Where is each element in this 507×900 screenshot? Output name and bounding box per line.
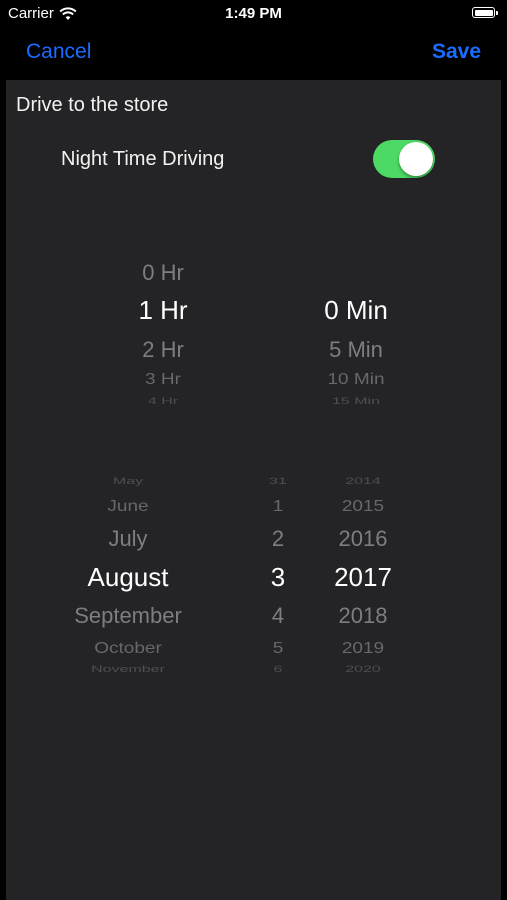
trip-title: Drive to the store [16, 94, 169, 116]
month-option: July [108, 526, 148, 551]
day-option: 31 [269, 477, 287, 487]
date-picker[interactable]: May June July August September October N… [6, 460, 501, 690]
day-option: 1 [272, 497, 284, 516]
nav-bar: Cancel Save [0, 28, 507, 78]
minutes-option: 15 Min [331, 397, 381, 407]
day-option: 6 [273, 665, 283, 675]
minutes-option: 5 Min [329, 337, 383, 362]
save-button[interactable]: Save [432, 40, 481, 64]
day-option: 2 [271, 526, 285, 551]
minutes-option: 10 Min [327, 370, 385, 389]
month-option: September [74, 603, 182, 628]
day-option-selected: 3 [270, 562, 286, 592]
year-option: 2015 [341, 497, 385, 516]
hours-option: 4 Hr [147, 397, 179, 407]
year-option: 2020 [345, 665, 381, 675]
night-driving-toggle[interactable] [373, 140, 435, 178]
battery-icon [472, 7, 498, 18]
hours-option-selected: 1 Hr [138, 295, 188, 325]
duration-picker[interactable]: 0 Hr 1 Hr 2 Hr 3 Hr 4 Hr 0 Min 5 Min 10 … [6, 245, 501, 415]
cancel-button[interactable]: Cancel [26, 40, 91, 64]
night-driving-label: Night Time Driving [61, 148, 225, 170]
day-option: 5 [272, 639, 284, 658]
month-option: May [112, 477, 144, 487]
month-option: November [91, 665, 165, 675]
hours-option: 3 Hr [145, 370, 181, 389]
status-time: 1:49 PM [225, 5, 282, 22]
day-option: 4 [271, 603, 285, 628]
month-option: October [94, 639, 162, 658]
year-option: 2019 [341, 639, 385, 658]
year-option-selected: 2017 [334, 562, 392, 592]
year-option: 2014 [345, 477, 381, 487]
month-option: June [107, 497, 149, 516]
hours-option: 0 Hr [142, 260, 184, 285]
year-option: 2018 [338, 603, 388, 628]
minutes-option-selected: 0 Min [324, 295, 388, 325]
toggle-knob [399, 142, 433, 176]
year-option: 2016 [338, 526, 388, 551]
hours-option: 2 Hr [142, 337, 184, 362]
trip-editor-panel: Drive to the store Night Time Driving 0 … [6, 80, 501, 900]
month-option-selected: August [87, 562, 169, 592]
status-bar: Carrier 1:49 PM [0, 0, 507, 28]
